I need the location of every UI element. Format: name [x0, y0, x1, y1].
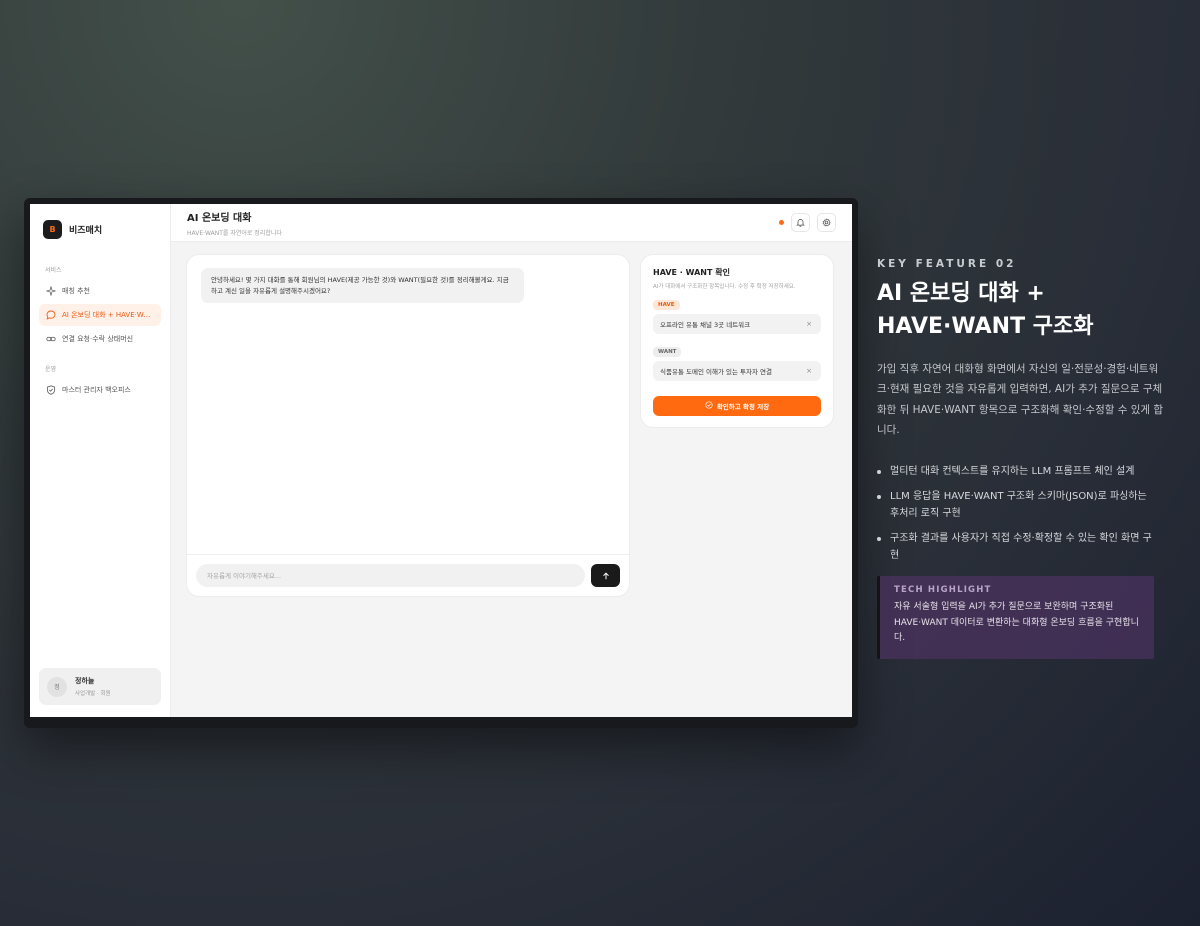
- sidebar-item-ai-onboarding[interactable]: AI 온보딩 대화 + HAVE·WANT 구조화: [39, 304, 161, 326]
- user-info: 정하늘 사업개발 · 회원: [75, 676, 111, 697]
- arrow-up-icon: [602, 568, 610, 583]
- close-icon[interactable]: ×: [806, 320, 812, 328]
- feature-title: AI 온보딩 대화 + HAVE·WANT 구조화: [877, 277, 1167, 343]
- tech-highlight-title: TECH HIGHLIGHT: [894, 584, 992, 595]
- topbar: AI 온보딩 대화 HAVE·WANT를 자연어로 정리합니다: [171, 204, 852, 242]
- brand-name: 비즈매치: [69, 226, 103, 236]
- confirm-save-label: 확인하고 확정 저장: [716, 403, 770, 411]
- sidebar-item-connection-state[interactable]: 연결 요청·수락 상태머신: [39, 328, 161, 350]
- have-want-title: HAVE · WANT 확인: [653, 268, 730, 277]
- chat-panel: 안녕하세요! 몇 가지 대화를 통해 회원님의 HAVE(제공 가능한 것)와 …: [187, 255, 629, 596]
- feature-bullet: LLM 응답을 HAVE·WANT 구조화 스키마(JSON)로 파싱하는 후처…: [877, 488, 1152, 522]
- notification-button[interactable]: [791, 213, 810, 232]
- ai-message-bubble: 안녕하세요! 몇 가지 대화를 통해 회원님의 HAVE(제공 가능한 것)와 …: [201, 268, 524, 304]
- feature-description: KEY FEATURE 02 AI 온보딩 대화 + HAVE·WANT 구조화…: [877, 258, 1167, 660]
- user-card[interactable]: 정 정하늘 사업개발 · 회원: [39, 668, 161, 705]
- chat-input[interactable]: [196, 564, 585, 587]
- sidebar-item-label: 매칭 추천: [62, 287, 90, 295]
- tech-highlight-text: 자유 서술형 입력을 AI가 추가 질문으로 보완하며 구조화된 HAVE·WA…: [894, 601, 1139, 644]
- feature-title-line1: AI 온보딩 대화 +: [877, 281, 1045, 306]
- feature-kicker: KEY FEATURE 02: [877, 258, 1017, 270]
- content: 안녕하세요! 몇 가지 대화를 통해 회원님의 HAVE(제공 가능한 것)와 …: [171, 242, 852, 717]
- feature-title-line2: HAVE·WANT 구조화: [877, 314, 1094, 339]
- sidebar-item-matching[interactable]: 매칭 추천: [39, 280, 161, 302]
- feature-bullet: 구조화 결과를 사용자가 직접 수정·확정할 수 있는 확인 화면 구현: [877, 530, 1152, 564]
- top-actions: [779, 213, 836, 232]
- chat-bubble-icon: [46, 310, 56, 320]
- section-label-service: 서비스: [45, 267, 62, 274]
- have-item[interactable]: 오프라인 유통 채널 3곳 네트워크 ×: [653, 314, 821, 334]
- close-icon[interactable]: ×: [806, 367, 812, 375]
- tech-highlight: TECH HIGHLIGHT 자유 서술형 입력을 AI가 추가 질문으로 보완…: [877, 575, 1154, 660]
- settings-button[interactable]: [817, 213, 836, 232]
- section-label-ops: 운영: [45, 366, 57, 373]
- sidebar-item-label: AI 온보딩 대화 + HAVE·WANT 구조화: [62, 311, 154, 319]
- have-tag: HAVE: [653, 300, 680, 310]
- confirm-save-button[interactable]: 확인하고 확정 저장: [653, 396, 821, 416]
- check-circle-icon: [705, 401, 713, 411]
- sparkle-icon: [46, 286, 56, 296]
- sidebar-item-label: 마스터 관리자 백오피스: [62, 386, 131, 394]
- main-area: AI 온보딩 대화 HAVE·WANT를 자연어로 정리합니다 안녕하세요! 몇…: [171, 204, 852, 717]
- feature-paragraph: 가입 직후 자연어 대화형 화면에서 자신의 일·전문성·경험·네트워크·현재 …: [877, 363, 1164, 437]
- page-title: AI 온보딩 대화: [187, 212, 252, 224]
- want-item[interactable]: 식품유통 도메인 이해가 있는 투자자 연결 ×: [653, 361, 821, 381]
- send-button[interactable]: [591, 564, 620, 587]
- bell-icon: [796, 215, 805, 230]
- sidebar-item-backoffice[interactable]: 마스터 관리자 백오피스: [39, 379, 161, 401]
- have-want-panel: HAVE · WANT 확인 AI가 대화에서 구조화한 항목입니다. 수정 후…: [641, 255, 833, 427]
- have-item-text: 오프라인 유통 채널 3곳 네트워크: [660, 321, 751, 329]
- link-icon: [46, 334, 56, 344]
- brand[interactable]: B 비즈매치: [43, 220, 161, 239]
- sidebar: B 비즈매치 서비스 매칭 추천 AI 온보딩 대화 + HAVE·WANT 구…: [30, 204, 171, 717]
- gear-icon: [822, 215, 831, 230]
- brand-logo: B: [43, 220, 62, 239]
- want-tag: WANT: [653, 347, 682, 357]
- device-frame: B 비즈매치 서비스 매칭 추천 AI 온보딩 대화 + HAVE·WANT 구…: [24, 198, 858, 728]
- user-name: 정하늘: [75, 677, 95, 685]
- shield-icon: [46, 385, 56, 395]
- feature-bullets: 멀티턴 대화 컨텍스트를 유지하는 LLM 프롬프트 체인 설계 LLM 응답을…: [877, 463, 1167, 564]
- have-want-subtitle: AI가 대화에서 구조화한 항목입니다. 수정 후 확정 저장하세요.: [653, 284, 796, 290]
- avatar: 정: [47, 676, 67, 697]
- user-role: 사업개발 · 회원: [75, 691, 111, 697]
- app-screen: B 비즈매치 서비스 매칭 추천 AI 온보딩 대화 + HAVE·WANT 구…: [30, 204, 852, 717]
- notification-dot: [779, 220, 784, 225]
- chat-input-row: [187, 554, 629, 596]
- page-subtitle: HAVE·WANT를 자연어로 정리합니다: [187, 229, 282, 237]
- feature-bullet: 멀티턴 대화 컨텍스트를 유지하는 LLM 프롬프트 체인 설계: [877, 463, 1152, 480]
- want-item-text: 식품유통 도메인 이해가 있는 투자자 연결: [660, 368, 772, 376]
- page-heading: AI 온보딩 대화 HAVE·WANT를 자연어로 정리합니다: [187, 209, 282, 237]
- sidebar-item-label: 연결 요청·수락 상태머신: [62, 335, 134, 343]
